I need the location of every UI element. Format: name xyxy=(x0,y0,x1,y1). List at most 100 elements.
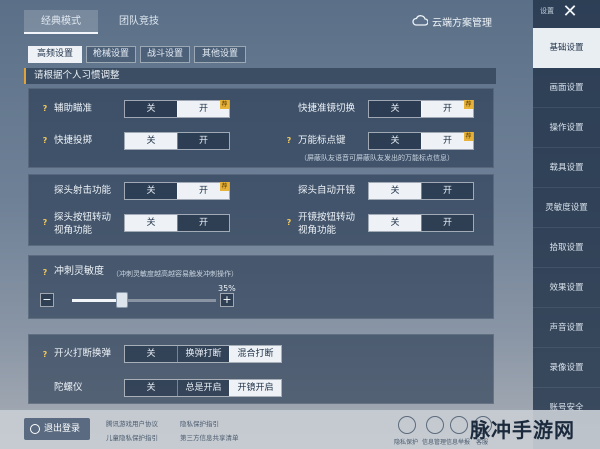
logout-label: 退出登录 xyxy=(44,424,81,434)
info-management-icon[interactable] xyxy=(426,416,444,434)
aim-assist-toggle[interactable]: 关 开荐 xyxy=(124,100,230,118)
watermark-logo: 脉冲手游网 xyxy=(470,418,575,442)
peek-fire-label: 探头射击功能 xyxy=(54,185,112,196)
quick-throw-off[interactable]: 关 xyxy=(125,133,177,149)
universal-marker-on-label: 开 xyxy=(442,136,452,146)
sprint-sensitivity-fill xyxy=(72,299,123,302)
fire-interrupt-reload-off[interactable]: 关 xyxy=(125,346,177,362)
link-privacy-guide[interactable]: 隐私保护指引 xyxy=(180,418,219,428)
close-icon[interactable]: ✕ xyxy=(560,2,580,22)
quick-throw-label: 快捷投掷 xyxy=(54,135,93,146)
scope-button-turn-off[interactable]: 关 xyxy=(369,215,421,231)
sprint-sensitivity-label: 冲刺灵敏度 xyxy=(54,266,104,277)
info-management-label: 信息管理 xyxy=(422,439,447,446)
universal-marker-note: （屏蔽队友语音可屏蔽队友发出的万能标点信息） xyxy=(300,154,454,162)
help-icon[interactable]: ? xyxy=(284,136,294,146)
subtab-combat[interactable]: 战斗设置 xyxy=(140,46,190,63)
peek-button-turn-label-line2: 视角功能 xyxy=(54,225,93,236)
fire-interrupt-reload-reload-interrupt[interactable]: 换弹打断 xyxy=(177,346,229,362)
sidebar-item-controls[interactable]: 操作设置 xyxy=(533,108,600,148)
logout-button[interactable]: 退出登录 xyxy=(24,418,90,440)
link-child-privacy[interactable]: 儿童隐私保护指引 xyxy=(106,432,158,442)
help-icon[interactable]: ? xyxy=(40,350,50,360)
quick-scope-switch-toggle[interactable]: 关 开荐 xyxy=(368,100,474,118)
recommended-badge-icon: 荐 xyxy=(220,182,229,191)
scope-button-turn-label-line1: 开镜按钮转动 xyxy=(298,212,356,223)
fire-interrupt-reload-selector[interactable]: 关 换弹打断 混合打断 xyxy=(124,345,282,363)
sidebar-item-graphics[interactable]: 画面设置 xyxy=(533,68,600,108)
universal-marker-off[interactable]: 关 xyxy=(369,133,421,149)
quick-throw-toggle[interactable]: 关 开 xyxy=(124,132,230,150)
fire-interrupt-reload-label: 开火打断换弹 xyxy=(54,348,112,359)
link-third-party-list[interactable]: 第三方信息共享清单 xyxy=(180,432,239,442)
gyroscope-always-on[interactable]: 总是开启 xyxy=(177,380,229,396)
help-icon[interactable]: ? xyxy=(40,104,50,114)
info-report-icon[interactable] xyxy=(450,416,468,434)
quick-throw-on[interactable]: 开 xyxy=(177,133,229,149)
info-report-label: 信息举报 xyxy=(446,439,471,446)
subtab-other[interactable]: 其他设置 xyxy=(194,46,246,63)
gyroscope-scope-on[interactable]: 开镜开启 xyxy=(229,380,281,396)
recommended-badge-icon: 荐 xyxy=(220,100,229,109)
sidebar-item-sound[interactable]: 声音设置 xyxy=(533,308,600,348)
peek-fire-on[interactable]: 开荐 xyxy=(177,182,229,199)
help-icon[interactable]: ? xyxy=(284,218,294,228)
privacy-protection-icon[interactable] xyxy=(398,416,416,434)
gyroscope-label: 陀螺仪 xyxy=(54,382,83,393)
peek-button-turn-off[interactable]: 关 xyxy=(125,215,177,231)
aim-assist-on[interactable]: 开荐 xyxy=(177,100,229,117)
panel-sprint-sensitivity xyxy=(28,255,494,319)
help-icon[interactable]: ? xyxy=(40,218,50,228)
sidebar-item-pickup[interactable]: 拾取设置 xyxy=(533,228,600,268)
quick-scope-switch-label: 快捷准镜切换 xyxy=(298,103,356,114)
sidebar-title: 设置 xyxy=(540,7,554,15)
peek-button-turn-label-line1: 探头按钮转动 xyxy=(54,212,112,223)
recommended-badge-icon: 荐 xyxy=(464,132,473,141)
fire-interrupt-reload-mixed-interrupt[interactable]: 混合打断 xyxy=(229,346,281,362)
peek-button-turn-toggle[interactable]: 关 开 xyxy=(124,214,230,232)
scope-button-turn-label-line2: 视角功能 xyxy=(298,225,337,236)
sprint-sensitivity-minus-button[interactable]: − xyxy=(40,293,54,307)
subtab-high-frequency[interactable]: 高频设置 xyxy=(28,46,82,63)
peek-fire-toggle[interactable]: 关 开荐 xyxy=(124,182,230,200)
universal-marker-toggle[interactable]: 关 开荐 xyxy=(368,132,474,150)
sidebar-item-sensitivity[interactable]: 灵敏度设置 xyxy=(533,188,600,228)
peek-fire-on-label: 开 xyxy=(198,186,208,196)
peek-auto-scope-off[interactable]: 关 xyxy=(369,183,421,199)
privacy-protection-label: 隐私保护 xyxy=(394,439,419,446)
sidebar-item-replay[interactable]: 录像设置 xyxy=(533,348,600,388)
peek-auto-scope-toggle[interactable]: 关 开 xyxy=(368,182,474,200)
aim-assist-label: 辅助瞄准 xyxy=(54,103,93,114)
quick-scope-switch-on-label: 开 xyxy=(442,104,452,114)
help-icon[interactable]: ? xyxy=(40,136,50,146)
sprint-sensitivity-plus-button[interactable]: + xyxy=(220,293,234,307)
gyroscope-off[interactable]: 关 xyxy=(125,380,177,396)
peek-fire-off[interactable]: 关 xyxy=(125,183,177,199)
link-user-agreement[interactable]: 腾讯游戏用户协议 xyxy=(106,418,158,428)
help-icon[interactable]: ? xyxy=(40,268,50,278)
peek-button-turn-on[interactable]: 开 xyxy=(177,215,229,231)
cloud-scheme-management[interactable]: 云端方案管理 xyxy=(432,14,492,29)
sprint-sensitivity-note: （冲刺灵敏度越高越容易触发冲刺操作） xyxy=(112,270,238,278)
logout-icon xyxy=(30,424,40,434)
tab-classic-mode[interactable]: 经典模式 xyxy=(24,10,98,34)
scope-button-turn-on[interactable]: 开 xyxy=(421,215,473,231)
tab-team-deathmatch[interactable]: 团队竞技 xyxy=(104,10,174,34)
aim-assist-on-label: 开 xyxy=(198,104,208,114)
universal-marker-label: 万能标点键 xyxy=(298,135,346,146)
sprint-sensitivity-handle[interactable] xyxy=(116,292,129,308)
sidebar-item-vehicle[interactable]: 载具设置 xyxy=(533,148,600,188)
peek-auto-scope-label: 探头自动开镜 xyxy=(298,185,356,196)
aim-assist-off[interactable]: 关 xyxy=(125,101,177,117)
sidebar-item-effects[interactable]: 效果设置 xyxy=(533,268,600,308)
peek-auto-scope-on[interactable]: 开 xyxy=(421,183,473,199)
quick-scope-switch-off[interactable]: 关 xyxy=(369,101,421,117)
subtab-firearms[interactable]: 枪械设置 xyxy=(86,46,136,63)
sidebar-item-basic[interactable]: 基础设置 xyxy=(533,28,600,68)
cloud-icon[interactable] xyxy=(412,14,428,26)
quick-scope-switch-on[interactable]: 开荐 xyxy=(421,100,473,117)
scope-button-turn-toggle[interactable]: 关 开 xyxy=(368,214,474,232)
gyroscope-selector[interactable]: 关 总是开启 开镜开启 xyxy=(124,379,282,397)
universal-marker-on[interactable]: 开荐 xyxy=(421,132,473,149)
recommended-badge-icon: 荐 xyxy=(464,100,473,109)
